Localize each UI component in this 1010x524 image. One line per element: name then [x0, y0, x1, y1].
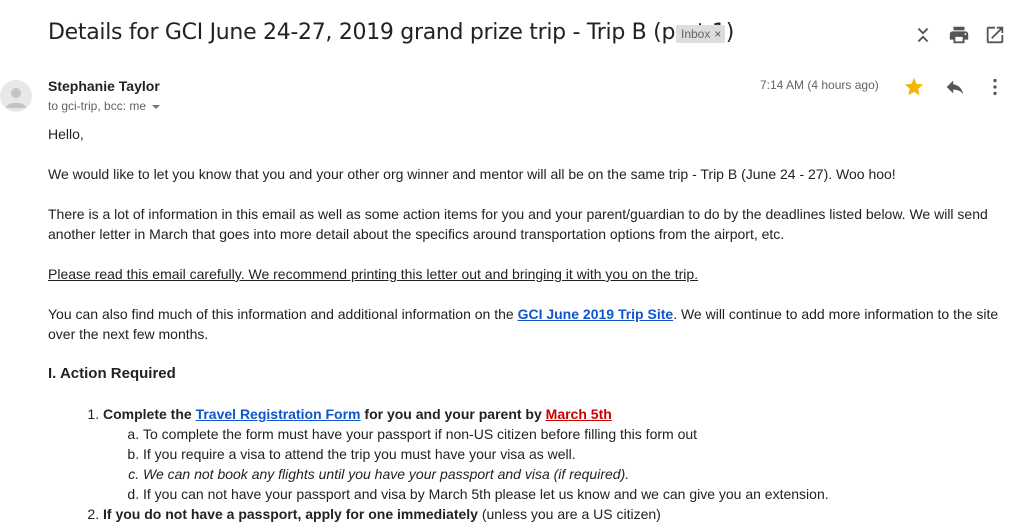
- sender-name[interactable]: Stephanie Taylor: [48, 78, 160, 94]
- star-icon[interactable]: [903, 76, 925, 98]
- more-vert-icon[interactable]: [984, 76, 1006, 98]
- recipients-text: to gci-trip, bcc: me: [48, 99, 147, 113]
- email-subject: Details for GCI June 24-27, 2019 grand p…: [48, 20, 735, 45]
- paragraph-trip-assignment: We would like to let you know that you a…: [48, 166, 896, 182]
- paragraph-trip-site: You can also find much of this informati…: [48, 304, 1003, 344]
- remove-label-button[interactable]: ×: [714, 27, 721, 41]
- action-items-list: Complete the Travel Registration Form fo…: [48, 404, 1003, 524]
- action-item-text: (unless you are a US citizen): [477, 506, 661, 522]
- paragraph-overview: There is a lot of information in this em…: [48, 206, 988, 242]
- sub-item-passport: To complete the form must have your pass…: [143, 424, 1003, 444]
- action-item-text: Complete the: [103, 406, 196, 422]
- recipients-details[interactable]: to gci-trip, bcc: me: [48, 99, 161, 113]
- message-timestamp: 7:14 AM (4 hours ago): [760, 78, 879, 92]
- trip-site-link[interactable]: GCI June 2019 Trip Site: [518, 306, 674, 322]
- email-body: Hello, We would like to let you know tha…: [48, 124, 1003, 524]
- sub-list: To complete the form must have your pass…: [103, 424, 1003, 504]
- trip-site-text-before: You can also find much of this informati…: [48, 306, 518, 322]
- action-item-passport: If you do not have a passport, apply for…: [103, 504, 1003, 524]
- inbox-label-chip[interactable]: Inbox ×: [676, 25, 726, 43]
- action-item-text: for you and your parent by: [360, 406, 546, 422]
- sub-item-extension: If you can not have your passport and vi…: [143, 484, 1003, 504]
- travel-registration-form-link[interactable]: Travel Registration Form: [196, 406, 361, 422]
- print-icon[interactable]: [948, 24, 970, 46]
- sender-avatar[interactable]: [0, 80, 32, 112]
- expand-collapse-icon[interactable]: [912, 24, 934, 46]
- action-item-registration: Complete the Travel Registration Form fo…: [103, 404, 1003, 504]
- section-heading-action-required: I. Action Required: [48, 365, 176, 382]
- person-icon: [6, 88, 26, 108]
- reply-icon[interactable]: [944, 76, 966, 98]
- paragraph-read-carefully: Please read this email carefully. We rec…: [48, 266, 699, 282]
- chevron-down-icon[interactable]: [152, 104, 161, 109]
- action-item-text: If you do not have a passport, apply for…: [103, 506, 478, 522]
- sub-item-flights: We can not book any flights until you ha…: [143, 464, 1003, 484]
- greeting: Hello,: [48, 126, 84, 142]
- label-text: Inbox: [681, 27, 711, 41]
- sub-item-visa: If you require a visa to attend the trip…: [143, 444, 1003, 464]
- open-in-new-window-icon[interactable]: [984, 24, 1006, 46]
- deadline-text: March 5th: [545, 406, 612, 422]
